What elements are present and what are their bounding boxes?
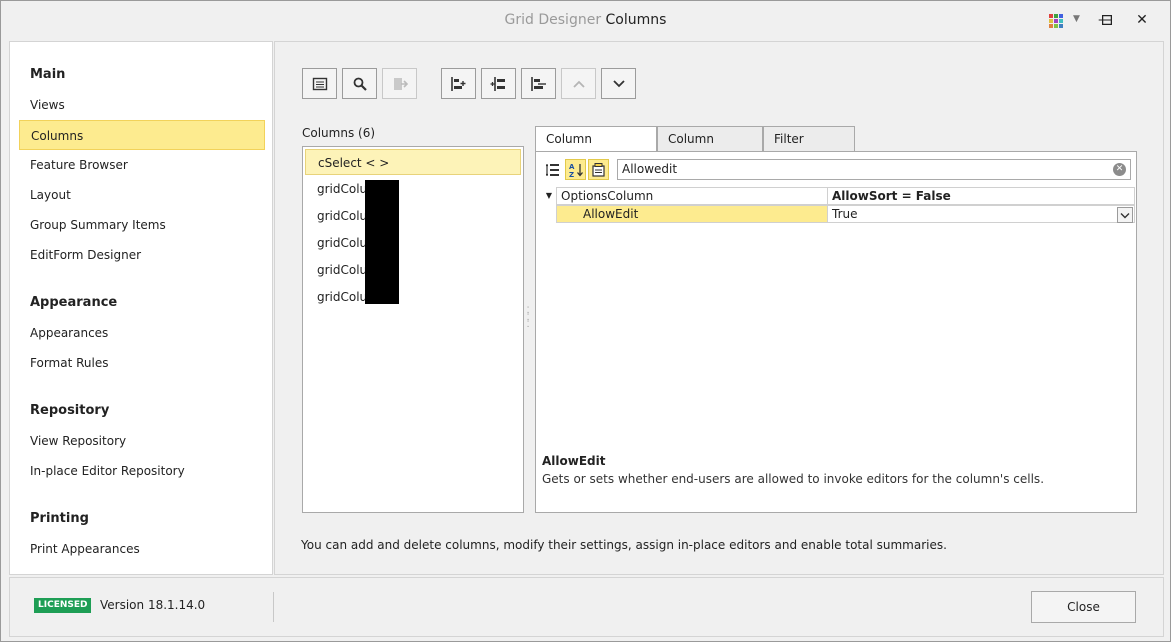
sidebar-section-main: Main <box>30 67 66 82</box>
description-title: AllowEdit <box>542 454 606 468</box>
sidebar-item-feature-browser[interactable]: Feature Browser <box>19 150 265 180</box>
maximize-icon <box>1102 15 1112 25</box>
chevron-down-icon <box>1120 212 1130 218</box>
svg-text:A: A <box>569 163 575 171</box>
window-title: Grid Designer Columns <box>1 12 1170 28</box>
retrieve-fields-icon <box>393 77 408 90</box>
sidebar-item-group-summary-items[interactable]: Group Summary Items <box>19 210 265 240</box>
window-title-main: Columns <box>605 12 667 28</box>
sidebar-item-view-repository[interactable]: View Repository <box>19 426 265 456</box>
divider <box>273 592 274 622</box>
tab-column-properties[interactable]: Column properties <box>535 126 657 170</box>
chevron-down-icon <box>612 79 625 87</box>
sidebar-item-columns[interactable]: Columns <box>19 120 265 150</box>
sidebar-section-printing: Printing <box>30 511 89 526</box>
close-button[interactable]: Close <box>1031 591 1136 623</box>
property-pages-icon <box>591 162 605 177</box>
title-bar: Grid Designer Columns ▼ — ✕ <box>1 1 1170 39</box>
insert-column-icon <box>490 76 505 91</box>
sidebar-item-views[interactable]: Views <box>19 90 265 120</box>
license-badge: LICENSED <box>34 598 92 613</box>
sidebar-section-appearance: Appearance <box>30 295 118 310</box>
sort-az-icon: AZ <box>569 163 583 178</box>
column-list[interactable]: cSelect < > gridColumn1 gridColumn2 grid… <box>302 146 524 513</box>
close-window-button[interactable]: ✕ <box>1131 9 1153 31</box>
retrieve-fields-button[interactable] <box>382 68 417 99</box>
columns-count-label: Columns (6) <box>302 126 376 140</box>
categorized-icon <box>545 163 559 176</box>
property-search-input[interactable]: Allowedit ✕ <box>617 159 1131 180</box>
window-icon <box>312 77 327 90</box>
splitter-grip[interactable]: ⁚ ⁚ ⁚ <box>525 307 531 330</box>
property-value-editor[interactable]: True <box>827 205 1135 223</box>
property-group-row[interactable]: ▼ OptionsColumn AllowSort = False <box>542 187 1135 205</box>
tab-filter-options[interactable]: Filter options <box>763 126 855 170</box>
column-list-item[interactable]: cSelect < > <box>305 149 521 175</box>
show-window-button[interactable] <box>302 68 337 99</box>
property-pages-button[interactable] <box>588 159 609 180</box>
maximize-button[interactable] <box>1096 9 1118 31</box>
search-icon <box>353 77 367 91</box>
categorized-button[interactable] <box>542 159 563 180</box>
property-row[interactable]: AllowEdit True <box>542 205 1135 223</box>
version-label: Version 18.1.14.0 <box>100 598 206 612</box>
description-text: Gets or sets whether end-users are allow… <box>542 472 1045 486</box>
redaction-block <box>365 180 399 304</box>
footer-hint: You can add and delete columns, modify t… <box>301 538 947 552</box>
property-grid: ▼ OptionsColumn AllowSort = False AllowE… <box>542 187 1135 223</box>
sidebar-item-appearances[interactable]: Appearances <box>19 318 265 348</box>
skin-dropdown-icon[interactable]: ▼ <box>1073 14 1080 24</box>
bottom-bar: LICENSED Version 18.1.14.0 Close <box>9 577 1164 637</box>
column-list-item[interactable]: gridColumn1 <box>305 176 521 202</box>
sidebar-item-editform-designer[interactable]: EditForm Designer <box>19 240 265 270</box>
property-name: AllowEdit <box>556 205 827 223</box>
property-group-name: OptionsColumn <box>556 187 827 205</box>
window-title-prefix: Grid Designer <box>504 12 602 28</box>
chevron-up-icon <box>572 80 585 88</box>
column-list-item[interactable]: gridColumn5 <box>305 230 521 256</box>
sidebar-section-repository: Repository <box>30 403 110 418</box>
sidebar: Main Views Columns Feature Browser Layou… <box>9 41 273 575</box>
skin-palette-icon[interactable] <box>1049 14 1063 28</box>
column-list-item[interactable]: gridColumn6 <box>305 257 521 283</box>
property-value: True <box>832 207 858 221</box>
move-down-button[interactable] <box>601 68 636 99</box>
sidebar-item-format-rules[interactable]: Format Rules <box>19 348 265 378</box>
column-list-item[interactable]: gridColumn3 <box>305 284 521 310</box>
sidebar-item-inplace-editor-repository[interactable]: In-place Editor Repository <box>19 456 265 486</box>
remove-column-button[interactable] <box>521 68 556 99</box>
grid-designer-window: Grid Designer Columns ▼ — ✕ Main Views C… <box>0 0 1171 642</box>
clear-search-icon[interactable]: ✕ <box>1113 163 1126 176</box>
alphabetical-button[interactable]: AZ <box>565 159 586 180</box>
search-button[interactable] <box>342 68 377 99</box>
insert-column-button[interactable] <box>481 68 516 99</box>
property-grid-panel: AZ Allowedit ✕ ▼ OptionsColumn AllowSort… <box>535 151 1137 513</box>
sidebar-item-print-appearances[interactable]: Print Appearances <box>19 534 265 564</box>
property-search-value: Allowedit <box>622 162 678 176</box>
property-group-value: AllowSort = False <box>827 187 1135 205</box>
remove-column-icon <box>530 76 546 91</box>
svg-text:Z: Z <box>569 171 574 178</box>
tab-column-options[interactable]: Column options <box>657 126 763 170</box>
column-list-item[interactable]: gridColumn2 <box>305 203 521 229</box>
sidebar-item-layout[interactable]: Layout <box>19 180 265 210</box>
main-panel: Columns (6) cSelect < > gridColumn1 grid… <box>274 41 1164 575</box>
add-column-icon <box>450 76 465 91</box>
add-column-button[interactable] <box>441 68 476 99</box>
value-dropdown-button[interactable] <box>1117 207 1133 223</box>
move-up-button[interactable] <box>561 68 596 99</box>
collapse-arrow-icon[interactable]: ▼ <box>542 187 556 205</box>
